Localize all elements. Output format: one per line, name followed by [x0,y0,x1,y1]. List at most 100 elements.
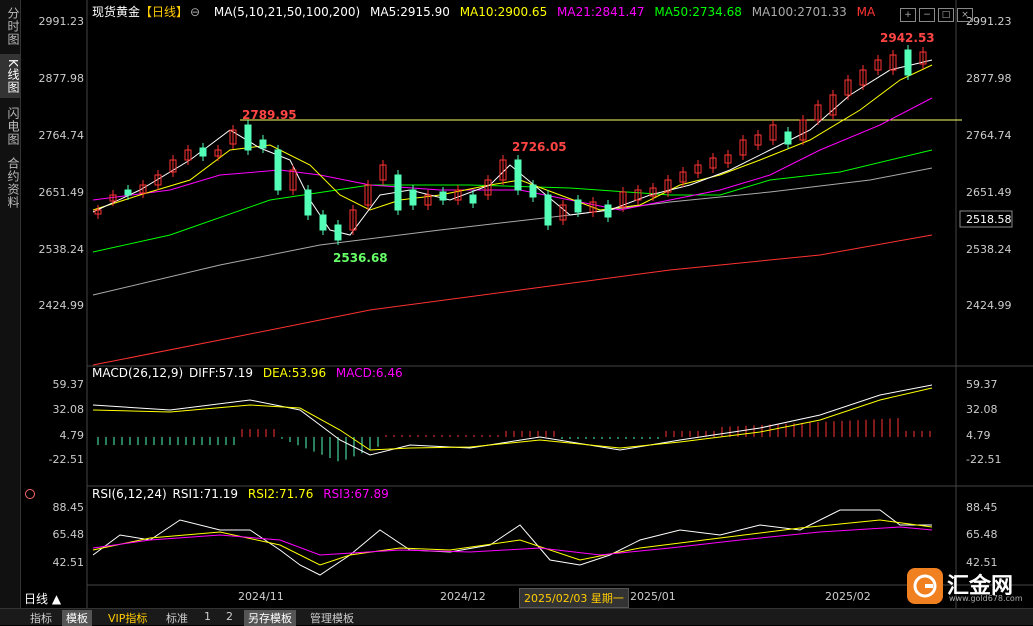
macd-tick-left: 59.37 [53,378,85,391]
tab-intraday[interactable]: 分时图 [0,4,20,48]
candle-body [514,159,522,191]
left-sidebar: 分时图 K线图 闪电图 合约资料 [0,0,21,608]
ma50-line [92,149,933,253]
x-label-2025-01: 2025/01 [630,590,676,603]
fullscreen-icon[interactable]: □ [938,8,954,22]
candle-body [544,194,552,226]
macd-diff-line [92,384,933,456]
period-selector[interactable]: 日线 ▲ [24,590,61,607]
candle-body [604,204,612,218]
y-tick-left: 2538.24 [39,243,85,256]
candle-body [439,191,447,201]
macd-diff: DIFF:57.19 [188,366,254,380]
rsi-label: RSI(6,12,24) [92,487,167,501]
ma100-line [92,167,933,296]
template-2-button[interactable]: 2 [222,610,237,623]
cursor-date: 2025/02/03 星期一 [519,588,629,608]
tab-flash[interactable]: 闪电图 [0,104,20,148]
rsi1-value: RSI1:71.19 [172,487,239,501]
tab-contract-info[interactable]: 合约资料 [0,154,20,212]
y-tick-right: 2424.99 [966,299,1012,312]
ma200-value: MA [856,5,876,19]
x-label-2025-02: 2025/02 [825,590,871,603]
zoom-in-icon[interactable]: + [900,8,916,22]
kline-chart[interactable]: 2991.23 2877.98 2764.74 2651.49 2538.24 2424.… [20,0,1033,608]
settings-icon[interactable]: ⊖ [190,5,200,19]
candle-body [784,131,792,145]
gold678-logo: 汇金网 www.gold678.com [907,568,1027,604]
chart-tools: + − □ × [900,2,976,22]
logo-url: www.gold678.com [949,594,1023,603]
y-tick-left: 2877.98 [39,72,85,85]
y-tick-right: 2764.74 [966,129,1012,142]
candle-body [574,199,582,213]
macd-tick-left: 32.08 [53,403,85,416]
ma21-line [92,97,933,211]
rsi-legend: RSI(6,12,24) RSI1:71.19 RSI2:71.76 RSI3:… [92,487,395,501]
candle-body [304,189,312,216]
period-tag: 【日线】 [140,5,189,19]
macd-value: MACD:6.46 [335,366,403,380]
ma5-value: MA5:2915.90 [370,5,450,19]
template-1-button[interactable]: 1 [200,610,215,623]
main-legend: 现货黄金【日线】 ⊖ MA(5,10,21,50,100,200) MA5:291… [92,3,881,20]
rsi2-value: RSI2:71.76 [247,487,314,501]
y-tick-left: 2424.99 [39,299,85,312]
macd-legend: MACD(26,12,9) DIFF:57.19 DEA:53.96 MACD:… [92,366,409,380]
annotation-high1: 2789.95 [242,108,297,122]
macd-tick-right: 32.08 [966,403,998,416]
macd-tick-left: -22.51 [49,453,84,466]
zoom-out-icon[interactable]: − [919,8,935,22]
close-icon[interactable]: × [957,8,973,22]
tab-kline[interactable]: K线图 [0,54,20,98]
rsi-tick-right: 65.48 [966,528,998,541]
candle-body [904,49,912,76]
rsi-tick-left: 42.51 [53,556,85,569]
instrument-title: 现货黄金 [92,5,141,19]
chart-area[interactable]: 2991.23 2877.98 2764.74 2651.49 2538.24 2424.… [20,0,1033,608]
ma50-value: MA50:2734.68 [654,5,742,19]
y-tick-right: 2538.24 [966,243,1012,256]
ma100-value: MA100:2701.33 [751,5,847,19]
y-tick-left: 2764.74 [39,129,85,142]
candle-body [529,184,537,198]
x-label-2024-11: 2024/11 [238,590,284,603]
ma10-value: MA10:2900.65 [459,5,548,19]
macd-dea: DEA:53.96 [262,366,327,380]
cursor-price: 2518.58 [966,213,1012,226]
ma-params: MA(5,10,21,50,100,200) [213,5,361,19]
macd-tick-right: 4.79 [966,429,991,442]
ma21-value: MA21:2841.47 [557,5,645,19]
candle-body [274,149,282,191]
y-tick-left: 2991.23 [39,15,85,28]
candle-body [394,174,402,211]
logo-icon [907,568,943,604]
rsi-tick-left: 65.48 [53,528,85,541]
candle-body [244,124,252,151]
ma200-line [92,234,933,366]
candle-body [124,189,132,196]
bottom-toolbar: 指标 模板 VIP指标 标准 1 2 另存模板 管理模板 [0,608,1033,626]
macd-tick-left: 4.79 [60,429,85,442]
candle-body [199,147,207,157]
candle-body [319,214,327,231]
rsi3-value: RSI3:67.89 [323,487,389,501]
candle-body [409,189,417,206]
annotation-high2: 2726.05 [512,140,567,154]
y-tick-left: 2651.49 [39,186,85,199]
rsi-tick-right: 88.45 [966,501,998,514]
y-tick-right: 2651.49 [966,186,1012,199]
candle-body [334,224,342,241]
rsi-panel-icon[interactable] [25,489,35,499]
macd-tick-right: 59.37 [966,378,998,391]
x-label-2024-12: 2024/12 [440,590,486,603]
annotation-high3: 2942.53 [880,31,935,45]
candle-body [469,194,477,204]
macd-dea-line [92,387,933,451]
macd-tick-right: -22.51 [966,453,1001,466]
rsi1-line [92,509,932,576]
y-tick-right: 2877.98 [966,72,1012,85]
candle-body [259,139,267,149]
rsi-tick-left: 88.45 [53,501,85,514]
annotation-low1: 2536.68 [333,251,388,265]
